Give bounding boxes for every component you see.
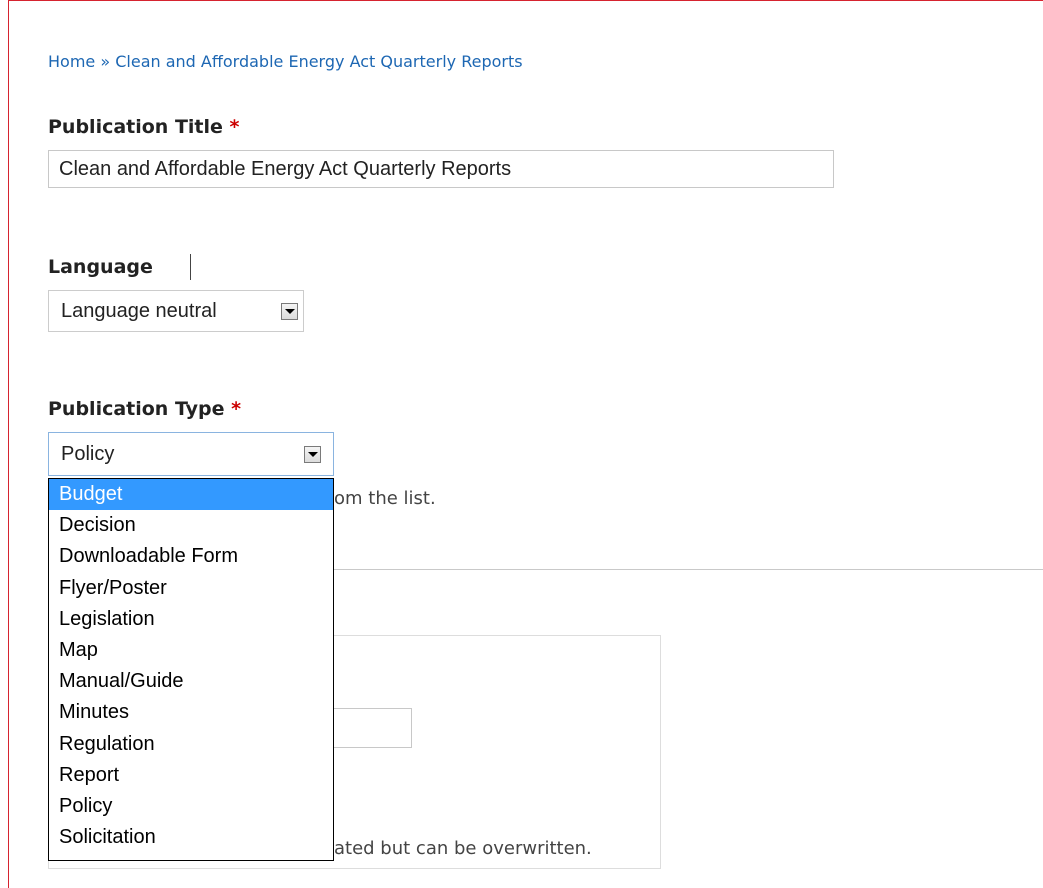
publication-title-input[interactable]: Clean and Affordable Energy Act Quarterl… [48,150,834,188]
chevron-down-icon[interactable] [281,303,298,320]
dropdown-option[interactable]: Policy [49,791,333,822]
publication-type-select-value: Policy [61,443,115,465]
publication-title-label: Publication Title * [48,116,239,138]
frame-border-left [8,0,9,888]
breadcrumb-separator: » [100,52,111,71]
page: Home » Clean and Affordable Energy Act Q… [0,0,1043,888]
dropdown-option[interactable]: Legislation [49,604,333,635]
dropdown-option[interactable]: Manual/Guide [49,666,333,697]
dropdown-option[interactable]: Flyer/Poster [49,573,333,604]
fieldset-help-text: ated but can be overwritten. [334,838,592,859]
language-select[interactable]: Language neutral [48,290,304,332]
frame-border-top [8,0,1043,1]
text-cursor [190,254,191,280]
dropdown-option[interactable]: Minutes [49,697,333,728]
chevron-down-icon[interactable] [304,446,321,463]
dropdown-option[interactable]: Downloadable Form [49,541,333,572]
fieldset-input[interactable] [334,708,412,748]
publication-type-help-text: om the list. [334,488,436,509]
breadcrumb: Home » Clean and Affordable Energy Act Q… [48,52,523,71]
dropdown-option[interactable]: Budget [49,479,333,511]
publication-type-select[interactable]: Policy [48,432,334,476]
required-marker: * [231,398,242,420]
publication-title-label-text: Publication Title [48,116,223,138]
breadcrumb-home-link[interactable]: Home [48,52,95,71]
publication-type-label: Publication Type * [48,398,241,420]
dropdown-option[interactable]: Decision [49,510,333,541]
dropdown-option[interactable]: Map [49,635,333,666]
dropdown-option[interactable]: Solicitation [49,822,333,853]
language-label: Language [48,256,153,278]
dropdown-option[interactable]: Report [49,760,333,791]
required-marker: * [229,116,240,138]
publication-type-label-text: Publication Type [48,398,225,420]
language-select-value: Language neutral [61,300,217,322]
breadcrumb-current-link[interactable]: Clean and Affordable Energy Act Quarterl… [115,52,522,71]
publication-type-dropdown-list: Budget Decision Downloadable Form Flyer/… [48,478,334,861]
dropdown-option[interactable]: Regulation [49,729,333,760]
